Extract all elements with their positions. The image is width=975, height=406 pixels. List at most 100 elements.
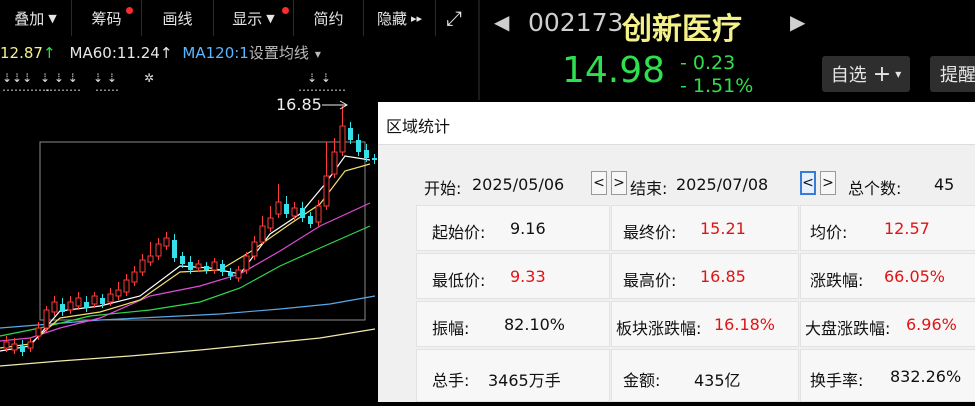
simple-button[interactable]: 简约 bbox=[294, 0, 364, 36]
alert-label: 提醒 bbox=[940, 65, 975, 86]
add-watchlist-button[interactable]: 自选 + ▾ bbox=[822, 56, 910, 92]
candle-body bbox=[331, 151, 338, 175]
event-marker[interactable]: ⋯⋯⋯ bbox=[45, 83, 81, 97]
candle-body bbox=[75, 297, 82, 307]
amount-label: 金额: bbox=[623, 371, 661, 390]
ma-legend: 12.87↑ MA60:11.24↑ MA120:1设置均线 ▾ bbox=[0, 42, 321, 64]
end-next-button[interactable]: > bbox=[820, 171, 836, 195]
candle-body bbox=[275, 201, 282, 215]
change-pct-label: 涨跌幅: bbox=[810, 271, 864, 290]
chevron-down-icon[interactable]: ▾ bbox=[315, 47, 321, 61]
candle-body bbox=[35, 327, 42, 337]
candle-body bbox=[339, 125, 346, 153]
candle-body bbox=[220, 264, 225, 272]
stock-price: 14.98 bbox=[562, 50, 666, 91]
candle-body bbox=[300, 208, 305, 218]
candle-body bbox=[348, 128, 353, 140]
candle-body bbox=[180, 256, 185, 264]
kline-chart[interactable]: ⇣⇣⇣ ⇣ ⇣ ⇣ ⇣ ⇣ ✲ ⇣ ⇣ ⋯⋯⋯⋯ ⋯⋯⋯ ⋯⋯ ⋯⋯⋯⋯ 16.… bbox=[0, 66, 380, 402]
sector-change-label: 板块涨跌幅: bbox=[616, 319, 702, 338]
candle-body bbox=[20, 346, 25, 352]
event-marker[interactable]: ✲ bbox=[144, 71, 154, 85]
kline-svg: ⇣⇣⇣ ⇣ ⇣ ⇣ ⇣ ⇣ ✲ ⇣ ⇣ ⋯⋯⋯⋯ ⋯⋯⋯ ⋯⋯ ⋯⋯⋯⋯ 16.… bbox=[0, 71, 377, 367]
open-price-label: 起始价: bbox=[432, 223, 486, 242]
hide-label: 隐藏 bbox=[376, 9, 407, 28]
candle-body bbox=[172, 240, 177, 258]
candle-body bbox=[323, 175, 330, 207]
close-price-label: 最终价: bbox=[623, 223, 677, 242]
stock-name: 创新医疗 bbox=[622, 12, 742, 47]
fullscreen-icon[interactable]: ⤢ bbox=[436, 0, 472, 36]
amplitude-value: 82.10% bbox=[504, 315, 566, 334]
dialog-titlebar[interactable]: 区域统计 bbox=[378, 102, 975, 145]
overlay-button[interactable]: 叠加 ▼ bbox=[0, 0, 72, 36]
start-prev-button[interactable]: < bbox=[591, 171, 607, 195]
candle-body bbox=[43, 309, 50, 329]
candle-body bbox=[251, 241, 258, 257]
ma60-value: MA60:11.24 bbox=[69, 44, 160, 62]
overlay-label: 叠加 bbox=[14, 9, 45, 28]
display-button[interactable]: 显示 ▼ bbox=[214, 0, 294, 36]
end-label: 结束: bbox=[630, 179, 668, 198]
candle-body bbox=[195, 263, 202, 269]
start-date: 2025/05/06 bbox=[472, 175, 565, 194]
double-arrow-icon: ▸▸ bbox=[410, 11, 423, 25]
close-price-value: 15.21 bbox=[700, 219, 746, 238]
chips-button[interactable]: 筹码 bbox=[72, 0, 142, 36]
divider bbox=[478, 0, 480, 100]
stock-code: 002173 bbox=[528, 8, 624, 37]
end-prev-button[interactable]: < bbox=[800, 171, 816, 195]
total-volume-label: 总手: bbox=[432, 371, 470, 390]
candle-body bbox=[139, 259, 146, 273]
draw-line-button[interactable]: 画线 bbox=[142, 0, 214, 36]
total-count-value: 45 bbox=[934, 175, 955, 194]
candle-body bbox=[163, 237, 170, 247]
sector-change-value: 16.18% bbox=[714, 315, 776, 334]
end-date: 2025/07/08 bbox=[676, 175, 769, 194]
start-next-button[interactable]: > bbox=[611, 171, 627, 195]
selection-box bbox=[39, 141, 366, 321]
event-marker[interactable]: ⋯⋯ bbox=[95, 83, 119, 97]
candle-body bbox=[27, 341, 34, 349]
prev-stock-icon[interactable]: ◀ bbox=[494, 10, 509, 34]
notification-dot bbox=[282, 7, 289, 14]
open-price-value: 9.16 bbox=[510, 219, 546, 238]
market-change-value: 6.96% bbox=[906, 315, 957, 334]
dialog-title: 区域统计 bbox=[386, 117, 451, 136]
price-change: - 0.23 bbox=[680, 52, 736, 74]
display-label: 显示 bbox=[232, 9, 263, 28]
event-marker[interactable]: ⋯⋯⋯⋯ bbox=[2, 83, 50, 97]
candle-body bbox=[60, 304, 65, 312]
low-price-value: 9.33 bbox=[510, 267, 546, 286]
candle-body bbox=[107, 293, 114, 303]
chevron-down-icon: ▼ bbox=[48, 11, 57, 25]
ma250-line bbox=[0, 328, 376, 367]
next-stock-icon[interactable]: ▶ bbox=[790, 10, 805, 34]
candle-body bbox=[11, 343, 18, 351]
candle-body bbox=[267, 217, 274, 229]
amplitude-label: 振幅: bbox=[432, 319, 470, 338]
chips-label: 筹码 bbox=[91, 9, 122, 28]
chevron-down-icon: ▼ bbox=[266, 11, 275, 25]
candle-body bbox=[147, 255, 154, 263]
hide-button[interactable]: 隐藏 ▸▸ bbox=[364, 0, 436, 36]
candle-body bbox=[84, 302, 89, 308]
high-price-value: 16.85 bbox=[700, 267, 746, 286]
candle-body bbox=[364, 150, 369, 158]
candle-body bbox=[284, 204, 289, 214]
alert-button[interactable]: 提醒 bbox=[930, 56, 975, 92]
market-change-label: 大盘涨跌幅: bbox=[805, 319, 891, 338]
candle-body bbox=[243, 255, 250, 271]
candle-body bbox=[131, 271, 138, 283]
watchlist-label: 自选 bbox=[830, 65, 867, 86]
ma-setting-link[interactable]: 设置均线 bbox=[249, 44, 309, 62]
candle-body bbox=[372, 158, 377, 160]
candle-body bbox=[51, 301, 58, 313]
candle-body bbox=[211, 261, 218, 271]
change-pct-value: 66.05% bbox=[884, 267, 946, 286]
plus-icon: + bbox=[872, 61, 892, 87]
total-volume-value: 3465万手 bbox=[488, 371, 561, 390]
turnover-label: 换手率: bbox=[810, 371, 864, 390]
notification-dot bbox=[126, 7, 133, 14]
chart-toolbar: 叠加 ▼ 筹码 画线 显示 ▼ 简约 隐藏 ▸▸ ⤢ bbox=[0, 0, 472, 36]
